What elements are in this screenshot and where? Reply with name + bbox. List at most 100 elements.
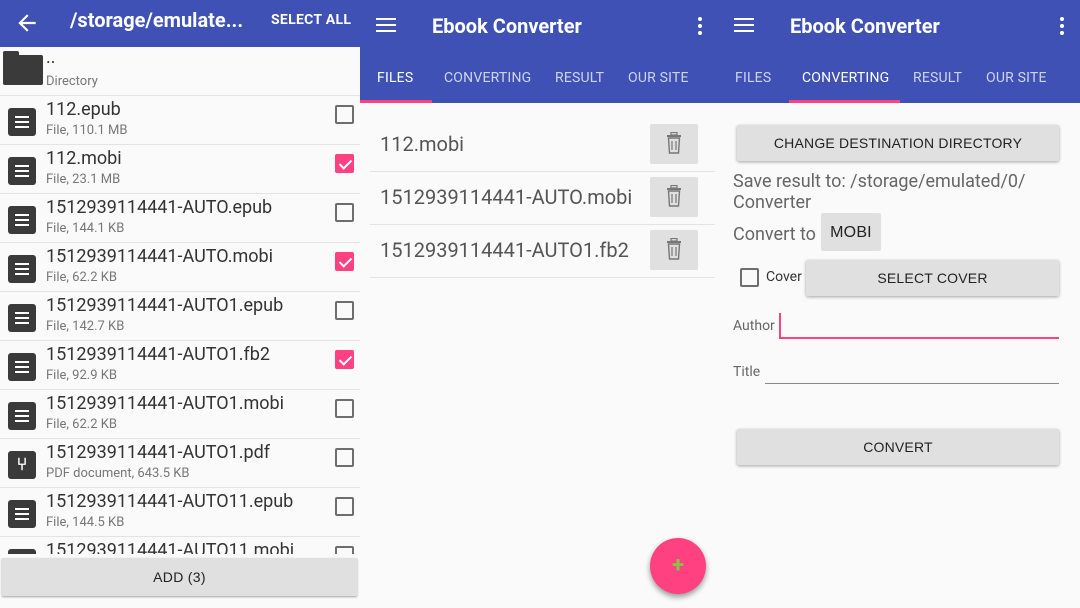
select-all-button[interactable]: SELECT ALL (271, 12, 351, 28)
remove-file-button[interactable] (650, 177, 698, 217)
app-title: Ebook Converter (432, 14, 582, 38)
file-checkbox[interactable] (335, 301, 354, 320)
file-meta: File, 92.9 KB (46, 368, 118, 383)
file-row[interactable]: ⑂ 1512939114441-AUTO1.pdf PDF document, 64… (0, 439, 360, 488)
file-checkbox[interactable] (335, 497, 354, 516)
add-icon: + (672, 553, 684, 578)
file-row[interactable]: 1512939114441-AUTO11.epub File, 144.5 KB (0, 488, 360, 537)
document-file-icon (8, 108, 36, 136)
file-row[interactable]: 112.mobi File, 23.1 MB (0, 145, 360, 194)
author-label: Author (733, 318, 775, 334)
file-name: 1512939114441-AUTO1.pdf (46, 442, 271, 463)
remove-file-button[interactable] (650, 230, 698, 270)
tab-our-site[interactable]: OUR SITE (986, 70, 1047, 86)
trash-icon (667, 185, 681, 207)
file-list: .. Directory 112.epub File, 110.1 MB 112.m… (0, 47, 360, 554)
cover-checkbox[interactable] (740, 268, 759, 287)
add-file-fab[interactable]: + (650, 538, 706, 594)
tab-our-site[interactable]: OUR SITE (628, 70, 689, 86)
title-field[interactable] (765, 356, 1059, 384)
file-meta: File, 142.7 KB (46, 319, 125, 334)
title-label: Title (733, 364, 761, 380)
change-destination-button[interactable]: CHANGE DESTINATION DIRECTORY (737, 125, 1059, 161)
file-name: 1512939114441-AUTO1.mobi (46, 393, 285, 414)
converting-tab-screen: Ebook Converter FILES CONVERTING RESULT … (718, 0, 1080, 608)
file-checkbox[interactable] (335, 105, 354, 124)
file-checkbox[interactable] (335, 252, 354, 271)
overflow-menu-icon[interactable] (1060, 17, 1064, 35)
convert-to-label: Convert to (733, 224, 816, 245)
file-row[interactable]: 1512939114441-AUTO.epub File, 144.1 KB (0, 194, 360, 243)
select-cover-button[interactable]: SELECT COVER (806, 260, 1059, 296)
active-tab-indicator (360, 100, 432, 103)
file-row[interactable]: 1512939114441-AUTO11.mobi (0, 537, 360, 554)
file-name: 112.epub (46, 99, 121, 120)
current-path-title: /storage/emulate... (70, 8, 244, 32)
app-title: Ebook Converter (790, 14, 940, 38)
file-row[interactable]: 1512939114441-AUTO1.epub File, 142.7 KB (0, 292, 360, 341)
author-field[interactable] (781, 310, 1059, 338)
file-checkbox[interactable] (335, 448, 354, 467)
app-toolbar: Ebook Converter FILES CONVERTING RESULT … (360, 0, 718, 103)
file-meta: File, 23.1 MB (46, 172, 121, 187)
parent-directory-row[interactable]: .. Directory (0, 47, 360, 96)
queued-file-name: 112.mobi (380, 132, 465, 156)
document-file-icon (8, 157, 36, 185)
tab-result[interactable]: RESULT (913, 70, 962, 86)
file-checkbox[interactable] (335, 399, 354, 418)
file-name: 1512939114441-AUTO11.epub (46, 491, 294, 512)
trash-icon (667, 238, 681, 260)
file-checkbox[interactable] (335, 350, 354, 369)
file-row[interactable]: 1512939114441-AUTO1.mobi File, 62.2 KB (0, 390, 360, 439)
convert-button[interactable]: CONVERT (737, 429, 1059, 465)
hamburger-menu-icon[interactable] (376, 18, 396, 32)
file-checkbox[interactable] (335, 154, 354, 173)
file-meta: PDF document, 643.5 KB (46, 466, 190, 481)
hamburger-menu-icon[interactable] (734, 18, 754, 32)
file-name: 1512939114441-AUTO1.fb2 (46, 344, 270, 365)
remove-file-button[interactable] (650, 124, 698, 164)
add-selected-button[interactable]: ADD (3) (2, 558, 357, 596)
overflow-menu-icon[interactable] (698, 17, 702, 35)
queued-file-name: 1512939114441-AUTO.mobi (380, 185, 633, 209)
file-meta: File, 110.1 MB (46, 123, 128, 138)
file-name: 1512939114441-AUTO.mobi (46, 246, 274, 267)
queued-file-row: 112.mobi (370, 119, 715, 172)
file-checkbox[interactable] (335, 203, 354, 222)
file-meta: File, 62.2 KB (46, 417, 118, 432)
document-file-icon (8, 549, 36, 554)
file-name: 1512939114441-AUTO11.mobi (46, 540, 295, 554)
directory-type: Directory (46, 74, 98, 89)
folder-icon (3, 51, 43, 85)
file-meta: File, 144.1 KB (46, 221, 125, 236)
queued-file-row: 1512939114441-AUTO.mobi (370, 172, 715, 225)
document-file-icon (8, 500, 36, 528)
file-row[interactable]: 112.epub File, 110.1 MB (0, 96, 360, 145)
file-name: 112.mobi (46, 148, 122, 169)
tab-result[interactable]: RESULT (555, 70, 604, 86)
title-field-underline (765, 383, 1059, 384)
file-meta: File, 144.5 KB (46, 515, 125, 530)
document-file-icon (8, 353, 36, 381)
trash-icon (667, 132, 681, 154)
tab-converting[interactable]: CONVERTING (802, 70, 889, 86)
back-arrow-icon[interactable] (14, 10, 40, 36)
format-selector[interactable]: MOBI (821, 213, 881, 251)
file-row[interactable]: 1512939114441-AUTO.mobi File, 62.2 KB (0, 243, 360, 292)
save-result-label: Save result to: /storage/emulated/0/ (733, 171, 1026, 192)
queued-file-name: 1512939114441-AUTO1.fb2 (380, 238, 629, 262)
document-file-icon (8, 402, 36, 430)
tab-files[interactable]: FILES (377, 70, 413, 86)
tab-converting[interactable]: CONVERTING (444, 70, 531, 86)
file-name: 1512939114441-AUTO.epub (46, 197, 273, 218)
file-row[interactable]: 1512939114441-AUTO1.fb2 File, 92.9 KB (0, 341, 360, 390)
document-file-icon (8, 304, 36, 332)
cover-label: Cover (766, 269, 802, 285)
file-name: 1512939114441-AUTO1.epub (46, 295, 284, 316)
active-tab-indicator (789, 100, 900, 103)
save-result-path: Converter (733, 192, 812, 213)
file-browser-screen: /storage/emulate... SELECT ALL .. Direct… (0, 0, 360, 608)
file-checkbox[interactable] (335, 546, 354, 554)
document-file-icon (8, 206, 36, 234)
tab-files[interactable]: FILES (735, 70, 771, 86)
